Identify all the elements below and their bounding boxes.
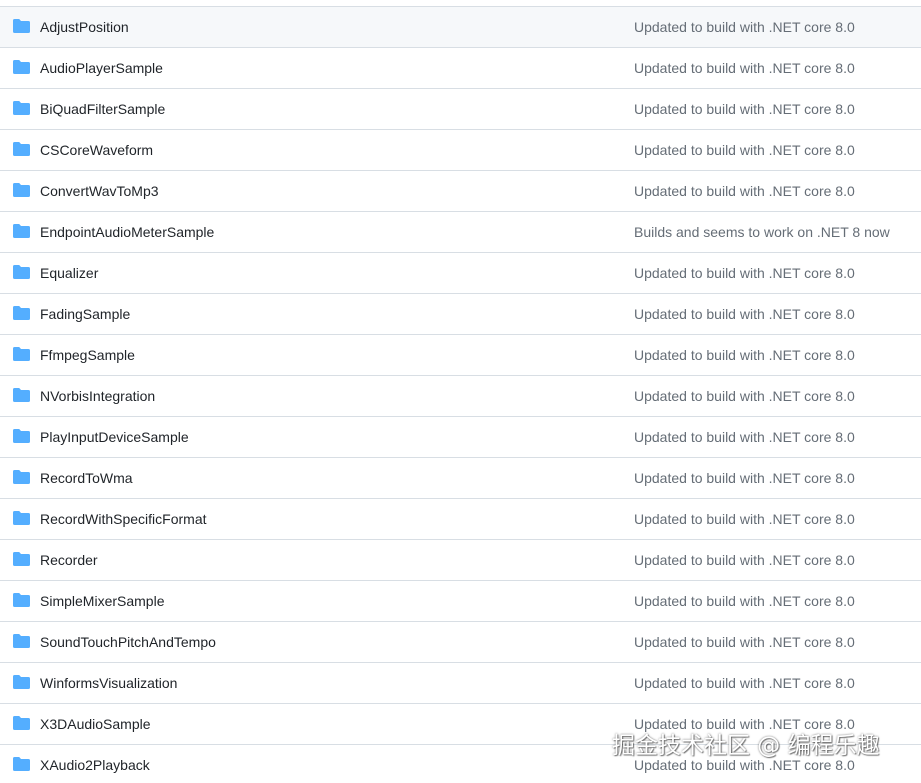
folder-icon — [13, 347, 30, 361]
folder-icon — [13, 265, 30, 279]
list-item[interactable]: BiQuadFilterSample Updated to build with… — [0, 89, 921, 130]
folder-link[interactable]: FfmpegSample — [40, 347, 135, 363]
folder-icon — [13, 142, 30, 156]
folder-icon — [13, 552, 30, 566]
commit-message-link[interactable]: Updated to build with .NET core 8.0 — [634, 142, 855, 158]
commit-message-link[interactable]: Updated to build with .NET core 8.0 — [634, 347, 855, 363]
folder-link[interactable]: ConvertWavToMp3 — [40, 183, 159, 199]
folder-icon — [13, 388, 30, 402]
folder-icon — [13, 60, 30, 74]
folder-icon — [13, 306, 30, 320]
commit-message-link[interactable]: Updated to build with .NET core 8.0 — [634, 675, 855, 691]
folder-link[interactable]: RecordWithSpecificFormat — [40, 511, 207, 527]
folder-link[interactable]: BiQuadFilterSample — [40, 101, 165, 117]
folder-icon — [13, 429, 30, 443]
folder-icon — [13, 511, 30, 525]
commit-message-link[interactable]: Updated to build with .NET core 8.0 — [634, 429, 855, 445]
folder-icon — [13, 675, 30, 689]
folder-link[interactable]: AudioPlayerSample — [40, 60, 163, 76]
folder-link[interactable]: PlayInputDeviceSample — [40, 429, 189, 445]
commit-message-link[interactable]: Updated to build with .NET core 8.0 — [634, 593, 855, 609]
folder-link[interactable]: Equalizer — [40, 265, 98, 281]
folder-link[interactable]: Recorder — [40, 552, 98, 568]
list-item[interactable]: FadingSample Updated to build with .NET … — [0, 294, 921, 335]
folder-link[interactable]: RecordToWma — [40, 470, 133, 486]
list-item[interactable]: RecordToWma Updated to build with .NET c… — [0, 458, 921, 499]
folder-icon — [13, 470, 30, 484]
folder-link[interactable]: XAudio2Playback — [40, 757, 150, 773]
list-item[interactable]: RecordWithSpecificFormat Updated to buil… — [0, 499, 921, 540]
list-item[interactable]: SoundTouchPitchAndTempo Updated to build… — [0, 622, 921, 663]
commit-message-link[interactable]: Updated to build with .NET core 8.0 — [634, 19, 855, 35]
commit-message-link[interactable]: Updated to build with .NET core 8.0 — [634, 757, 855, 773]
list-item[interactable]: X3DAudioSample Updated to build with .NE… — [0, 704, 921, 745]
folder-link[interactable]: X3DAudioSample — [40, 716, 151, 732]
file-list: AdjustPosition Updated to build with .NE… — [0, 6, 921, 783]
commit-message-link[interactable]: Updated to build with .NET core 8.0 — [634, 306, 855, 322]
list-item[interactable]: PlayInputDeviceSample Updated to build w… — [0, 417, 921, 458]
list-item[interactable]: WinformsVisualization Updated to build w… — [0, 663, 921, 704]
folder-link[interactable]: FadingSample — [40, 306, 130, 322]
folder-icon — [13, 634, 30, 648]
folder-link[interactable]: SoundTouchPitchAndTempo — [40, 634, 216, 650]
commit-message-link[interactable]: Updated to build with .NET core 8.0 — [634, 265, 855, 281]
list-item[interactable]: CSCoreWaveform Updated to build with .NE… — [0, 130, 921, 171]
list-item[interactable]: AdjustPosition Updated to build with .NE… — [0, 7, 921, 48]
commit-message-link[interactable]: Updated to build with .NET core 8.0 — [634, 552, 855, 568]
commit-message-link[interactable]: Updated to build with .NET core 8.0 — [634, 470, 855, 486]
folder-icon — [13, 183, 30, 197]
folder-icon — [13, 224, 30, 238]
list-item[interactable]: Recorder Updated to build with .NET core… — [0, 540, 921, 581]
list-item[interactable]: NVorbisIntegration Updated to build with… — [0, 376, 921, 417]
folder-link[interactable]: WinformsVisualization — [40, 675, 177, 691]
list-item[interactable]: FfmpegSample Updated to build with .NET … — [0, 335, 921, 376]
list-item[interactable]: SimpleMixerSample Updated to build with … — [0, 581, 921, 622]
folder-icon — [13, 593, 30, 607]
folder-link[interactable]: NVorbisIntegration — [40, 388, 155, 404]
folder-icon — [13, 757, 30, 771]
folder-link[interactable]: AdjustPosition — [40, 19, 129, 35]
folder-icon — [13, 19, 30, 33]
folder-icon — [13, 101, 30, 115]
folder-link[interactable]: SimpleMixerSample — [40, 593, 164, 609]
commit-message-link[interactable]: Updated to build with .NET core 8.0 — [634, 60, 855, 76]
commit-message-link[interactable]: Builds and seems to work on .NET 8 now — [634, 224, 890, 240]
list-item[interactable]: XAudio2Playback Updated to build with .N… — [0, 745, 921, 783]
commit-message-link[interactable]: Updated to build with .NET core 8.0 — [634, 101, 855, 117]
commit-message-link[interactable]: Updated to build with .NET core 8.0 — [634, 634, 855, 650]
commit-message-link[interactable]: Updated to build with .NET core 8.0 — [634, 511, 855, 527]
commit-message-link[interactable]: Updated to build with .NET core 8.0 — [634, 388, 855, 404]
folder-link[interactable]: EndpointAudioMeterSample — [40, 224, 214, 240]
commit-message-link[interactable]: Updated to build with .NET core 8.0 — [634, 183, 855, 199]
commit-message-link[interactable]: Updated to build with .NET core 8.0 — [634, 716, 855, 732]
list-item[interactable]: Equalizer Updated to build with .NET cor… — [0, 253, 921, 294]
folder-icon — [13, 716, 30, 730]
list-item[interactable]: ConvertWavToMp3 Updated to build with .N… — [0, 171, 921, 212]
list-item[interactable]: EndpointAudioMeterSample Builds and seem… — [0, 212, 921, 253]
list-item[interactable]: AudioPlayerSample Updated to build with … — [0, 48, 921, 89]
folder-link[interactable]: CSCoreWaveform — [40, 142, 153, 158]
